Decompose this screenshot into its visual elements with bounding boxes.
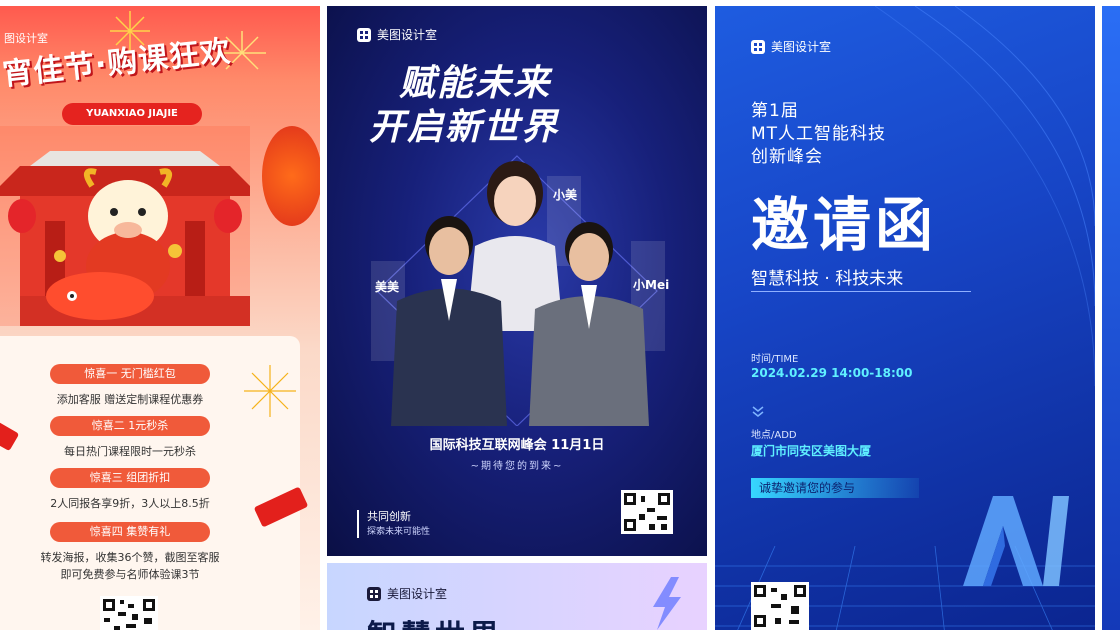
festival-poster[interactable]: 图设计室 宵佳节·购课狂欢 YUANXIAO JIAJIE 惊喜一 无门槛红包 … <box>0 6 320 630</box>
brand-logo: 美图设计室 <box>357 26 437 43</box>
slogan: 智慧科技 · 科技未来 <box>751 269 904 289</box>
summit-poster[interactable]: 美图设计室 赋能未来 开启新世界 小美 美美 小Mei 国际科技互联网峰会 11… <box>327 6 707 556</box>
offer-4-desc: 转发海报，收集36个赞，截图至客服 <box>40 551 220 564</box>
sincere-invitation-banner: 诚挚邀请您的参与 <box>751 478 919 498</box>
partial-headline: 智慧世界 <box>367 611 503 630</box>
address-value: 厦门市同安区美图大厦 <box>751 444 872 458</box>
time-value: 2024.02.29 14:00-18:00 <box>751 366 913 380</box>
pinyin-badge: YUANXIAO JIAJIE <box>62 103 202 125</box>
offer-3-desc: 2人同报各享9折，3人以上8.5折 <box>50 497 210 510</box>
speaker-name-right: 小Mei <box>633 278 670 292</box>
speaker-name-top: 小美 <box>553 188 578 202</box>
await-text: ~期待您的到来~ <box>470 461 564 472</box>
lightning-decoration <box>653 577 681 630</box>
brand-grid-icon <box>751 39 765 54</box>
qr-code[interactable] <box>100 596 158 630</box>
firework-decoration <box>244 365 296 417</box>
next-poster-edge[interactable] <box>1102 6 1120 630</box>
brand-label: 美图设计室 <box>771 40 832 54</box>
temple-illustration <box>0 126 250 326</box>
edition-label: 第1届 <box>751 101 799 121</box>
co-innovation-subtitle: 探索未来可能性 <box>367 527 431 537</box>
offer-4-desc-extra: 即可免费参与名师体验课3节 <box>60 568 200 581</box>
qr-code[interactable] <box>751 582 809 630</box>
speaker-name-left: 美美 <box>375 280 400 294</box>
brand-logo: 美图设计室 <box>367 585 447 602</box>
event-name-line-2: 创新峰会 <box>751 147 823 167</box>
invitation-title: 邀请函 <box>751 191 938 259</box>
offer-2-desc: 每日热门课程限时一元秒杀 <box>64 445 196 458</box>
headline-line-2: 开启新世界 <box>369 107 560 148</box>
time-label: 时间/TIME <box>751 354 799 365</box>
qr-code[interactable] <box>621 490 673 534</box>
speakers-illustration <box>371 155 665 426</box>
brand-label: 美图设计室 <box>377 28 438 42</box>
offer-3-badge: 惊喜三 组团折扣 <box>50 468 210 488</box>
event-name: 国际科技互联网峰会 11月1日 <box>429 438 605 453</box>
ai-3d-logo: AI <box>943 486 1073 596</box>
divider-bar <box>357 510 359 538</box>
slogan-underline <box>751 291 971 292</box>
offer-4-badge: 惊喜四 集赞有礼 <box>50 522 210 542</box>
partial-poster[interactable]: 美图设计室 智慧世界 <box>327 563 707 630</box>
offer-2-badge: 惊喜二 1元秒杀 <box>50 416 210 436</box>
brand-label: 图设计室 <box>4 32 48 45</box>
autumn-tree-decoration <box>262 126 320 226</box>
brand-grid-icon <box>357 27 371 42</box>
address-label: 地点/ADD <box>751 430 797 441</box>
invitation-poster[interactable]: 美图设计室 第1届 MT人工智能科技 创新峰会 邀请函 智慧科技 · 科技未来 … <box>715 6 1095 630</box>
event-name-line-1: MT人工智能科技 <box>751 124 887 144</box>
co-innovation-title: 共同创新 <box>367 510 411 523</box>
offer-1-desc: 添加客服 赠送定制课程优惠券 <box>56 393 204 406</box>
brand-grid-icon <box>367 586 381 601</box>
offer-1-badge: 惊喜一 无门槛红包 <box>50 364 210 384</box>
brand-logo: 美图设计室 <box>751 38 831 55</box>
chevron-down-icon <box>752 406 764 417</box>
brand-label: 美图设计室 <box>387 587 448 601</box>
